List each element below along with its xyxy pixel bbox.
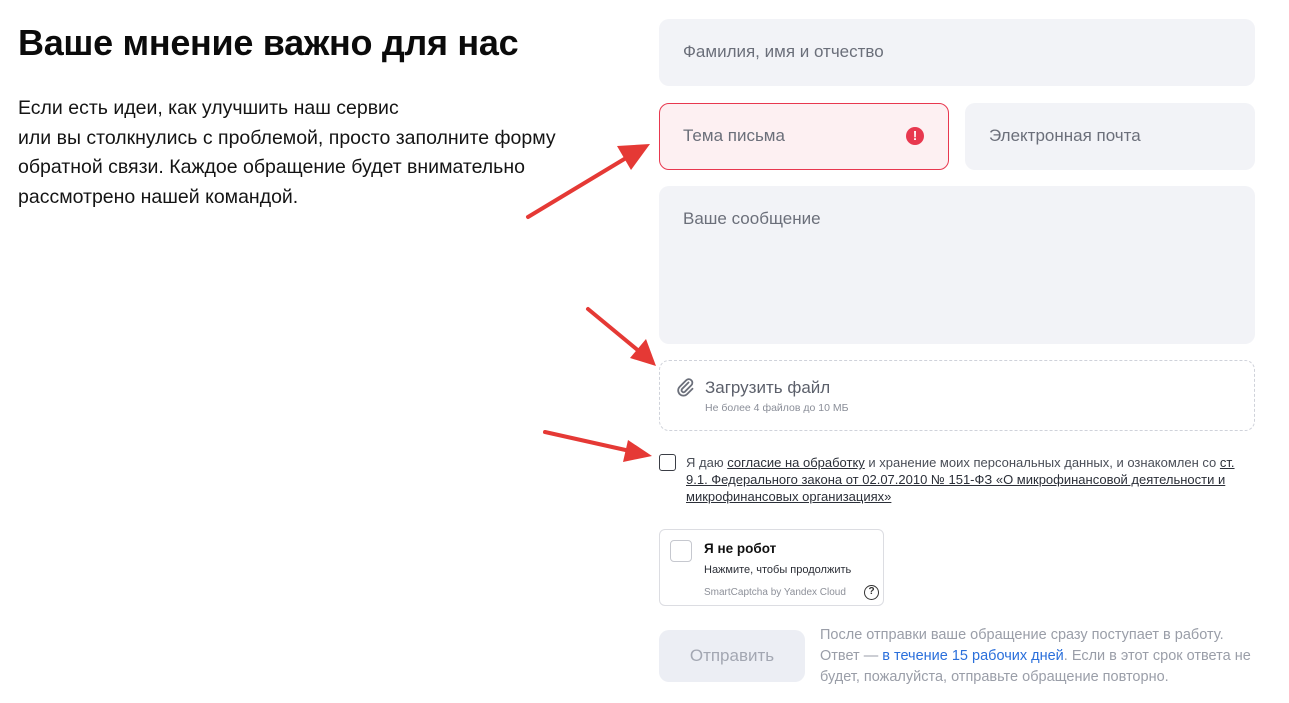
- subject-field[interactable]: Тема письма !: [659, 103, 949, 170]
- message-placeholder: Ваше сообщение: [683, 209, 821, 228]
- full-name-field[interactable]: Фамилия, имя и отчество: [659, 19, 1255, 86]
- upload-label: Загрузить файл: [705, 378, 831, 397]
- consent-checkbox[interactable]: [659, 454, 676, 471]
- captcha-subtitle: Нажмите, чтобы продолжить: [704, 564, 852, 576]
- consent-text: Я даю согласие на обработку и хранение м…: [686, 454, 1251, 505]
- consent-processing-link[interactable]: согласие на обработку: [727, 455, 865, 470]
- intro: Ваше мнение важно для нас Если есть идеи…: [18, 20, 618, 212]
- message-field[interactable]: Ваше сообщение: [659, 186, 1255, 344]
- description-line: обратной связи. Каждое обращение будет в…: [18, 156, 525, 178]
- description-line: рассмотрено нашей командой.: [18, 185, 299, 208]
- consent-text-2: и хранение моих персональных данных, и о…: [864, 455, 1220, 470]
- submit-button[interactable]: Отправить: [659, 630, 805, 682]
- email-placeholder: Электронная почта: [989, 126, 1141, 145]
- page-description: Если есть идеи, как улучшить наш сервис …: [18, 94, 618, 212]
- upload-hint: Не более 4 файлов до 10 МБ: [705, 402, 849, 414]
- captcha-title: Я не робот: [704, 541, 777, 556]
- description-line: Если есть идеи, как улучшить наш сервис: [18, 97, 399, 119]
- subject-placeholder: Тема письма: [683, 126, 785, 145]
- captcha-brand: SmartCaptcha by Yandex Cloud: [704, 587, 846, 598]
- paperclip-icon: [677, 378, 694, 397]
- captcha-checkbox[interactable]: [670, 540, 692, 562]
- error-icon: !: [906, 127, 924, 145]
- arrow-to-consent-icon: [543, 430, 652, 462]
- description-line: или вы столкнулись с проблемой, просто з…: [18, 126, 556, 149]
- email-field[interactable]: Электронная почта: [965, 103, 1255, 170]
- file-upload-button[interactable]: Загрузить файл Не более 4 файлов до 10 М…: [659, 360, 1255, 431]
- page-title: Ваше мнение важно для нас: [18, 22, 519, 63]
- full-name-placeholder: Фамилия, имя и отчество: [683, 42, 884, 61]
- consent-text-1: Я даю: [686, 455, 728, 470]
- captcha-widget[interactable]: Я не робот Нажмите, чтобы продолжить Sma…: [659, 529, 884, 606]
- response-time-link[interactable]: в течение 15 рабочих дней: [882, 648, 1064, 664]
- help-icon[interactable]: ?: [864, 585, 879, 600]
- submit-note: После отправки ваше обращение сразу пост…: [820, 625, 1260, 688]
- arrow-to-upload-icon: [586, 307, 656, 366]
